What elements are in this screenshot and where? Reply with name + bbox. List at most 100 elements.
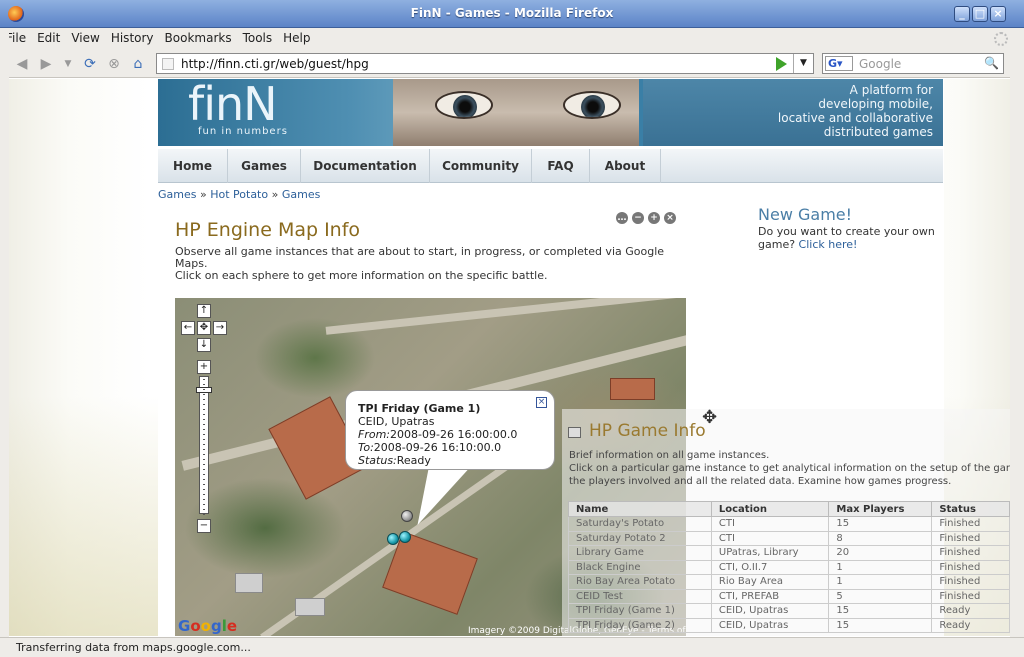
description-line: Click on each sphere to get more informa…	[175, 269, 548, 282]
pan-down-icon[interactable]: ↓	[197, 338, 211, 352]
cell-max-players: 5	[828, 588, 933, 604]
site-logo[interactable]: finN	[188, 79, 278, 131]
cell-location: CTI, PREFAB	[710, 588, 830, 604]
back-icon[interactable]: ◀	[14, 56, 30, 72]
cell-status: Ready	[931, 603, 1010, 619]
cell-status: Finished	[931, 559, 1010, 575]
portlet-close-icon[interactable]: ×	[664, 212, 676, 224]
zoom-in-icon[interactable]: +	[197, 360, 211, 374]
map-road	[325, 298, 685, 335]
cell-status: Finished	[931, 574, 1010, 590]
table-row[interactable]: Rio Bay Area Potato Rio Bay Area 1 Finished	[568, 574, 1010, 590]
portlet-minimize-icon[interactable]: −	[632, 212, 644, 224]
cell-max-players: 1	[828, 559, 933, 575]
column-status[interactable]: Status	[931, 501, 1010, 517]
menu-help[interactable]: Help	[277, 28, 315, 45]
map-building	[610, 378, 655, 400]
minimize-button[interactable]: _	[954, 6, 970, 22]
breadcrumb-games-current[interactable]: Games	[282, 188, 320, 201]
site-logo-subtitle: fun in numbers	[198, 126, 288, 137]
history-dropdown-icon[interactable]: ▼	[60, 56, 76, 72]
info-window-to: To:2008-09-26 16:10:00.0	[358, 441, 542, 454]
google-logo[interactable]: Google	[178, 617, 237, 635]
nav-home[interactable]: Home	[158, 149, 228, 183]
window-title: FinN - Games - Mozilla Firefox	[410, 6, 614, 20]
breadcrumb-hot-potato[interactable]: Hot Potato	[210, 188, 268, 201]
close-button[interactable]: ×	[990, 6, 1006, 22]
zoom-slider[interactable]	[196, 376, 212, 523]
table-row[interactable]: TPI Friday (Game 2) CEID, Upatras 15 Ready	[568, 617, 1010, 633]
pan-up-icon[interactable]: ↑	[197, 304, 211, 318]
address-dropdown-icon[interactable]: ▼	[793, 54, 813, 73]
description-line: Click on a particular game instance to g…	[569, 463, 1010, 474]
search-icon[interactable]: 🔍	[984, 56, 999, 70]
pan-center-icon[interactable]: ✥	[197, 321, 211, 335]
table-row[interactable]: Saturday's Potato CTI 15 Finished	[568, 516, 1010, 532]
zoom-out-icon[interactable]: −	[197, 519, 211, 533]
nav-games[interactable]: Games	[228, 149, 301, 183]
stop-icon[interactable]: ⊗	[106, 56, 122, 72]
game-marker[interactable]	[399, 531, 411, 543]
column-location[interactable]: Location	[710, 501, 830, 517]
menu-bookmarks[interactable]: Bookmarks	[159, 28, 237, 45]
nav-faq[interactable]: FAQ	[532, 149, 590, 183]
cell-status: Finished	[931, 545, 1010, 561]
page-viewport: finN fun in numbers A platform for devel…	[9, 79, 1010, 636]
zoom-slider-handle[interactable]	[196, 387, 212, 393]
table-row[interactable]: TPI Friday (Game 1) CEID, Upatras 15 Ready	[568, 603, 1010, 619]
info-window-close-icon[interactable]: ×	[536, 397, 547, 408]
search-input[interactable]: Google	[859, 57, 901, 71]
go-icon[interactable]	[776, 57, 787, 71]
new-game-link[interactable]: Click here!	[799, 238, 858, 251]
table-row[interactable]: CEID Test CTI, PREFAB 5 Finished	[568, 588, 1010, 604]
cell-status: Finished	[931, 588, 1010, 604]
menu-history[interactable]: History	[105, 28, 159, 45]
table-row[interactable]: Black Engine CTI, O.II.7 1 Finished	[568, 559, 1010, 575]
forward-icon[interactable]: ▶	[38, 56, 54, 72]
portlet-maximize-icon[interactable]: +	[648, 212, 660, 224]
home-icon[interactable]: ⌂	[130, 56, 146, 72]
table-row[interactable]: Library Game UPatras, Library 20 Finished	[568, 545, 1010, 561]
cell-max-players: 1	[828, 574, 933, 590]
cell-location: CTI, O.II.7	[710, 559, 830, 575]
search-box[interactable]: G▾ Google 🔍	[822, 53, 1004, 74]
search-engine-selector[interactable]: G▾	[825, 56, 853, 71]
table-row[interactable]: Saturday Potato 2 CTI 8 Finished	[568, 530, 1010, 546]
menu-view[interactable]: View	[65, 28, 104, 45]
pan-left-icon[interactable]: ←	[181, 321, 195, 335]
cell-name: Library Game	[568, 545, 712, 561]
address-url[interactable]: http://finn.cti.gr/web/guest/hpg	[181, 57, 369, 71]
nav-community[interactable]: Community	[430, 149, 532, 183]
menu-edit[interactable]: Edit	[31, 28, 65, 45]
window-titlebar: FinN - Games - Mozilla Firefox _ □ ×	[0, 0, 1024, 28]
pan-right-icon[interactable]: →	[213, 321, 227, 335]
map-building	[295, 598, 325, 616]
info-window-status: Status:Ready	[358, 454, 542, 467]
menu-tools[interactable]: Tools	[237, 28, 278, 45]
game-info-panel[interactable]: HP Game Info Brief information on all ga…	[562, 409, 1010, 636]
cell-status: Finished	[931, 530, 1010, 546]
cell-status: Finished	[931, 516, 1010, 532]
breadcrumb-games[interactable]: Games	[158, 188, 196, 201]
nav-documentation[interactable]: Documentation	[301, 149, 430, 183]
throbber-icon	[994, 32, 1008, 46]
tagline-line: locative and collaborative	[777, 111, 933, 125]
cell-location: CEID, Upatras	[710, 603, 830, 619]
nav-about[interactable]: About	[590, 149, 661, 183]
maximize-button[interactable]: □	[972, 6, 988, 22]
cell-max-players: 15	[828, 603, 933, 619]
portlet-controls: … − + ×	[616, 209, 680, 224]
portlet-options-icon[interactable]: …	[616, 212, 628, 224]
cell-name: CEID Test	[568, 588, 712, 604]
reload-icon[interactable]: ⟳	[82, 56, 98, 72]
to-value: 2008-09-26 16:10:00.0	[373, 441, 502, 454]
cell-location: CTI	[710, 516, 830, 532]
menu-bar: File Edit View History Bookmarks Tools Help	[0, 28, 1024, 50]
column-name[interactable]: Name	[568, 501, 712, 517]
game-marker[interactable]	[387, 533, 399, 545]
cell-max-players: 8	[828, 530, 933, 546]
portlet-description: Observe all game instances that are abou…	[175, 246, 685, 282]
address-bar[interactable]: http://finn.cti.gr/web/guest/hpg ▼	[156, 53, 814, 74]
from-value: 2008-09-26 16:00:00.0	[390, 428, 518, 441]
column-max-players[interactable]: Max Players	[828, 501, 933, 517]
